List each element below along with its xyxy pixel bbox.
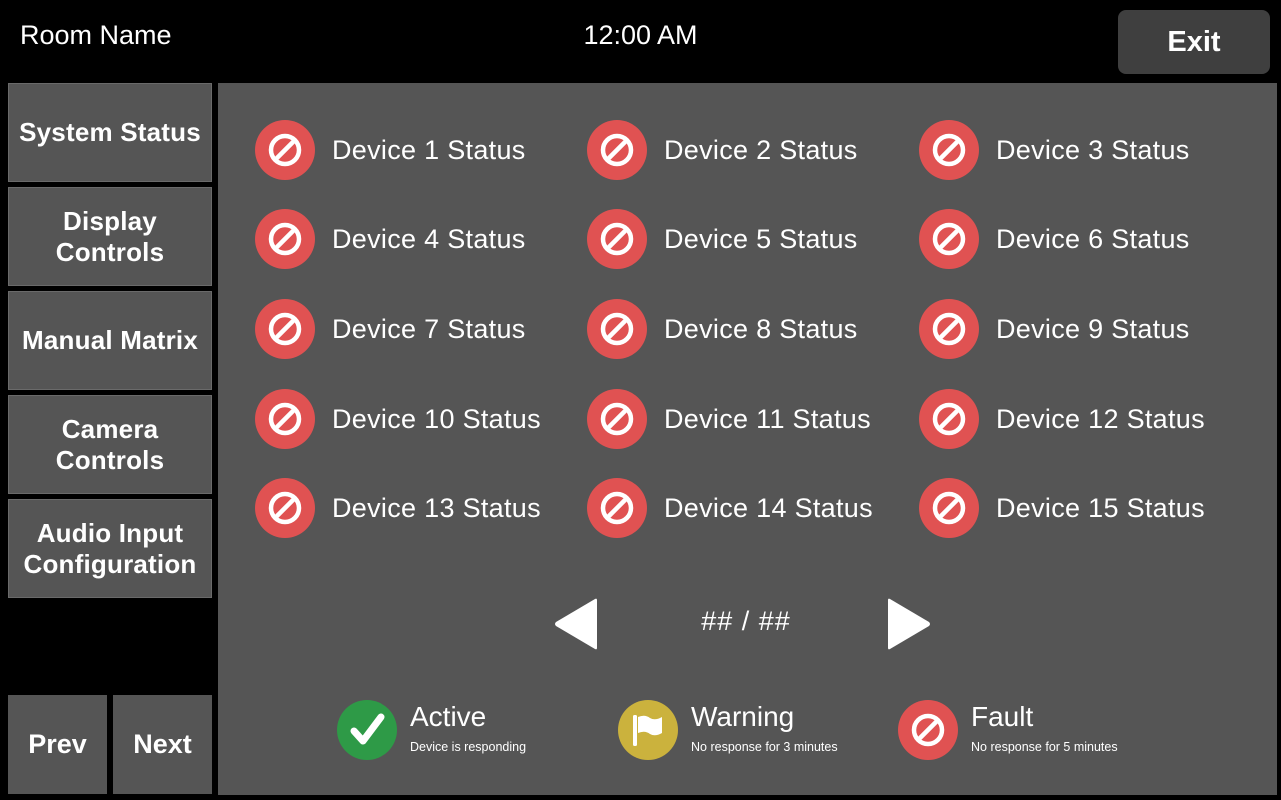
- sidebar-item-audio-input-configuration[interactable]: Audio Input Configuration: [8, 499, 212, 598]
- prohibited-icon: [255, 299, 315, 359]
- device-status-item: Device 11 Status: [587, 389, 871, 449]
- device-status-item: Device 5 Status: [587, 209, 858, 269]
- sidebar-item-camera-controls[interactable]: Camera Controls: [8, 395, 212, 494]
- clock: 12:00 AM: [583, 20, 698, 50]
- sidebar-item-system-status[interactable]: System Status: [8, 83, 212, 182]
- device-status-item: Device 8 Status: [587, 299, 858, 359]
- prohibited-icon: [919, 120, 979, 180]
- exit-button[interactable]: Exit: [1118, 10, 1270, 74]
- device-status-item: Device 12 Status: [919, 389, 1205, 449]
- device-status-label: Device 10 Status: [332, 403, 541, 434]
- legend-fault: Fault No response for 5 minutes: [898, 700, 1118, 760]
- prohibited-icon: [919, 389, 979, 449]
- device-status-item: Device 3 Status: [919, 120, 1190, 180]
- device-status-label: Device 15 Status: [996, 492, 1205, 523]
- prev-page-button[interactable]: Prev: [8, 695, 107, 794]
- device-status-label: Device 6 Status: [996, 223, 1190, 254]
- device-status-label: Device 14 Status: [664, 492, 873, 523]
- device-status-item: Device 9 Status: [919, 299, 1190, 359]
- device-status-item: Device 2 Status: [587, 120, 858, 180]
- device-status-item: Device 1 Status: [255, 120, 526, 180]
- device-status-item: Device 7 Status: [255, 299, 526, 359]
- next-page-button[interactable]: Next: [113, 695, 212, 794]
- device-status-label: Device 5 Status: [664, 223, 858, 254]
- legend-active-title: Active: [410, 701, 487, 732]
- device-status-label: Device 1 Status: [332, 134, 526, 165]
- prohibited-icon: [255, 120, 315, 180]
- prohibited-icon: [587, 299, 647, 359]
- legend-active: Active Device is responding: [337, 700, 526, 760]
- device-status-label: Device 4 Status: [332, 223, 526, 254]
- device-status-item: Device 4 Status: [255, 209, 526, 269]
- prohibited-icon: [587, 120, 647, 180]
- device-status-label: Device 11 Status: [664, 403, 871, 434]
- device-status-item: Device 6 Status: [919, 209, 1190, 269]
- prohibited-icon: [898, 700, 958, 760]
- sidebar-item-display-controls[interactable]: Display Controls: [8, 187, 212, 286]
- legend-active-desc: Device is responding: [410, 740, 527, 754]
- page-counter: ## / ##: [701, 606, 791, 636]
- legend-fault-desc: No response for 5 minutes: [971, 740, 1118, 754]
- device-status-label: Device 3 Status: [996, 134, 1190, 165]
- prohibited-icon: [255, 478, 315, 538]
- prohibited-icon: [587, 478, 647, 538]
- prohibited-icon: [587, 209, 647, 269]
- device-status-label: Device 12 Status: [996, 403, 1205, 434]
- legend-fault-title: Fault: [971, 701, 1034, 732]
- prohibited-icon: [919, 478, 979, 538]
- prohibited-icon: [255, 389, 315, 449]
- device-status-label: Device 7 Status: [332, 313, 526, 344]
- prohibited-icon: [255, 209, 315, 269]
- prohibited-icon: [919, 209, 979, 269]
- device-status-label: Device 2 Status: [664, 134, 858, 165]
- legend-warning: Warning No response for 3 minutes: [618, 700, 838, 760]
- triangle-right-icon[interactable]: [886, 598, 932, 650]
- device-status-item: Device 15 Status: [919, 478, 1205, 538]
- device-status-label: Device 8 Status: [664, 313, 858, 344]
- prohibited-icon: [587, 389, 647, 449]
- device-status-item: Device 14 Status: [587, 478, 873, 538]
- prohibited-icon: [919, 299, 979, 359]
- legend-warning-title: Warning: [691, 701, 795, 732]
- flag-icon: [618, 700, 678, 760]
- device-status-label: Device 13 Status: [332, 492, 541, 523]
- sidebar-item-manual-matrix[interactable]: Manual Matrix: [8, 291, 212, 390]
- device-status-item: Device 10 Status: [255, 389, 541, 449]
- device-status-label: Device 9 Status: [996, 313, 1190, 344]
- checkmark-icon: [337, 700, 397, 760]
- device-status-item: Device 13 Status: [255, 478, 541, 538]
- legend-warning-desc: No response for 3 minutes: [691, 740, 838, 754]
- triangle-left-icon[interactable]: [553, 598, 599, 650]
